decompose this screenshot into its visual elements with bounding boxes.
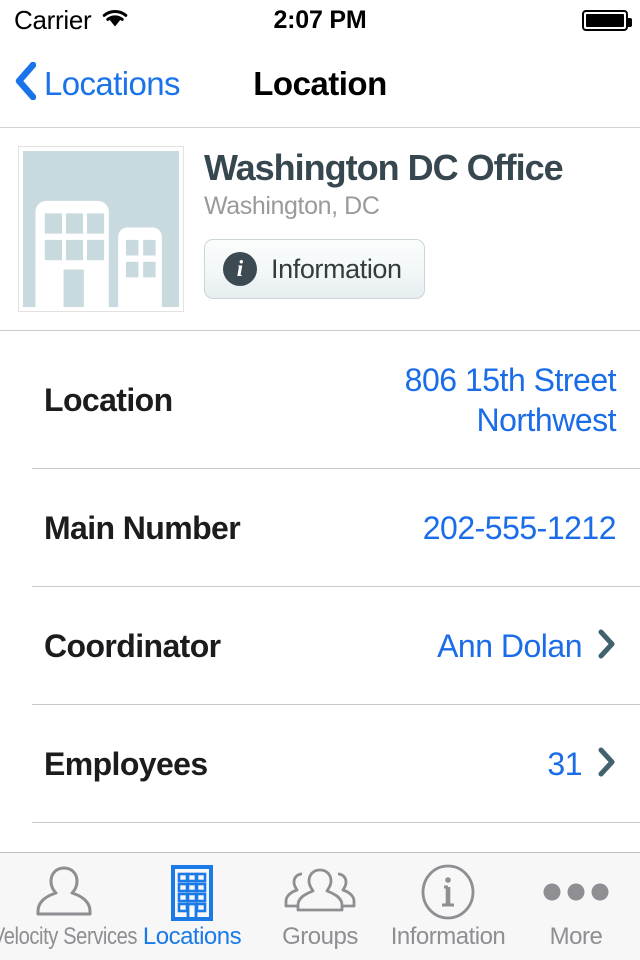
- detail-list: Location 806 15th Street Northwest Main …: [0, 331, 640, 823]
- table-row-main-number[interactable]: Main Number 202-555-1212: [0, 469, 640, 587]
- ellipsis-icon: [539, 863, 613, 921]
- row-value: Ann Dolan: [437, 628, 582, 664]
- person-icon: [32, 863, 96, 921]
- table-row-location[interactable]: Location 806 15th Street Northwest: [0, 331, 640, 469]
- tab-velocity-services[interactable]: Velocity Services: [0, 853, 137, 960]
- info-circle-outline-icon: [419, 863, 477, 921]
- row-label: Coordinator: [44, 627, 221, 664]
- chevron-right-icon: [598, 629, 616, 664]
- row-value-group: 806 15th Street Northwest: [286, 360, 617, 440]
- tab-groups[interactable]: Groups: [256, 853, 384, 960]
- status-bar-right: [582, 0, 632, 40]
- tab-more[interactable]: More: [512, 853, 640, 960]
- battery-full-icon: [582, 9, 632, 31]
- scroll-content: Washington DC Office Washington, DC i In…: [0, 128, 640, 852]
- building-placeholder-icon: [23, 151, 179, 307]
- people-group-icon: [283, 863, 357, 921]
- location-name: Washington DC Office: [204, 147, 564, 188]
- page-title: Location: [253, 64, 387, 102]
- status-bar: Carrier 2:07 PM: [0, 0, 640, 40]
- row-value-group: Ann Dolan: [437, 626, 616, 666]
- location-header-text: Washington DC Office Washington, DC i In…: [184, 146, 640, 312]
- row-value[interactable]: 806 15th Street Northwest: [286, 360, 617, 440]
- tab-label: More: [549, 923, 603, 950]
- row-label: Main Number: [44, 509, 241, 546]
- tab-locations[interactable]: Locations: [128, 853, 256, 960]
- clock-label: 2:07 PM: [273, 5, 367, 34]
- app-screen: Carrier 2:07 PM Locations Location Washi…: [0, 0, 640, 960]
- row-value: 31: [547, 746, 582, 782]
- row-label: Employees: [44, 745, 208, 782]
- chevron-right-icon: [598, 747, 616, 782]
- table-row-employees[interactable]: Employees 31: [0, 705, 640, 823]
- table-row-coordinator[interactable]: Coordinator Ann Dolan: [0, 587, 640, 705]
- tab-label: Information: [390, 923, 506, 950]
- tab-information[interactable]: Information: [384, 853, 512, 960]
- row-value-group: 202-555-1212: [423, 508, 617, 548]
- information-button-label: Information: [271, 253, 402, 284]
- information-button[interactable]: i Information: [204, 239, 425, 300]
- building-icon: [163, 863, 221, 921]
- row-label: Location: [44, 381, 173, 418]
- tab-label: Groups: [282, 923, 358, 950]
- row-value-group: 31: [547, 744, 616, 784]
- info-circle-icon: i: [223, 252, 257, 287]
- location-thumbnail: [18, 146, 184, 312]
- tab-label: Velocity Services: [0, 923, 137, 950]
- row-value[interactable]: 202-555-1212: [423, 508, 617, 548]
- navigation-bar: Locations Location: [0, 40, 640, 128]
- tab-bar: Velocity Services Locations Groups Infor…: [0, 852, 640, 960]
- tab-label: Locations: [142, 923, 242, 950]
- location-city: Washington, DC: [204, 192, 380, 221]
- location-header: Washington DC Office Washington, DC i In…: [0, 128, 640, 331]
